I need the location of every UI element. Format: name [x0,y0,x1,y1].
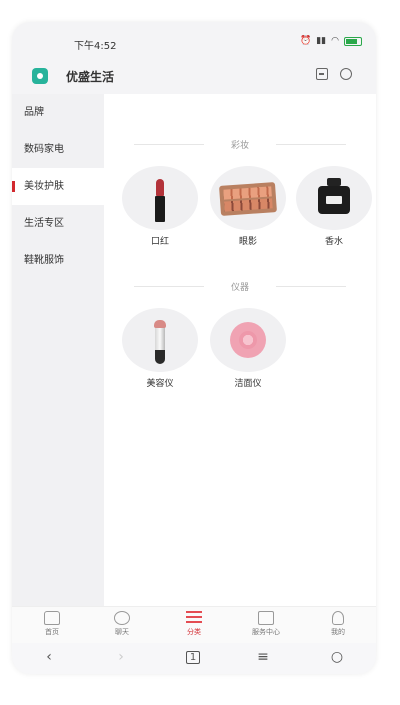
scan-icon[interactable] [316,68,328,80]
battery-icon [344,36,362,46]
tabs-button[interactable]: 1 [178,651,208,664]
product-label: 口红 [150,237,169,247]
section-title: 彩妆 [104,138,376,151]
phone-frame: 下午4:52 ⏰ ▮▮ ◠ 优盛生活 品牌 数码家电 美妆护肤 生活专区 鞋靴服… [12,22,376,674]
back-button[interactable]: ‹ [34,649,64,665]
divider [276,286,346,287]
sidebar-item-beauty[interactable]: 美妆护肤 [12,168,104,205]
tab-category[interactable]: 分类 [164,611,224,637]
circle-icon[interactable] [340,68,352,80]
forward-button[interactable]: › [106,649,136,665]
product-label: 香水 [324,237,343,247]
product-label: 眼影 [238,237,257,247]
cleanser-image [210,308,286,372]
tab-chat[interactable]: 聊天 [92,611,152,637]
product-label: 美容仪 [146,379,174,389]
category-icon [186,611,202,625]
sidebar-item-label: 数码家电 [24,144,64,155]
alarm-icon: ⏰ [300,36,312,46]
profile-icon [332,611,344,625]
bottom-tab-bar: 首页 聊天 分类 服务中心 我的 [12,606,376,643]
beauty-device-image [122,308,198,372]
product-tile-lipstick[interactable]: 口红 [120,166,200,247]
product-tile-beauty-device[interactable]: 美容仪 [120,308,200,389]
tab-label: 我的 [331,628,345,636]
home-icon [44,611,60,625]
browser-nav-bar: ‹ › 1 ≡ ○ [12,643,376,674]
product-tile-eyeshadow[interactable]: 眼影 [208,166,288,247]
service-icon [258,611,274,625]
sidebar-item-label: 生活专区 [24,218,64,229]
category-sidebar: 品牌 数码家电 美妆护肤 生活专区 鞋靴服饰 [12,94,104,606]
home-button[interactable]: ○ [322,649,352,665]
sidebar-item-apparel[interactable]: 鞋靴服饰 [12,242,104,279]
product-tile-perfume[interactable]: 香水 [294,166,374,247]
sidebar-item-life[interactable]: 生活专区 [12,205,104,242]
tab-label: 服务中心 [252,628,280,636]
signal-icon: ▮▮ [316,36,327,46]
app-header: 优盛生活 [12,54,376,94]
sidebar-item-digital[interactable]: 数码家电 [12,131,104,168]
status-bar: 下午4:52 ⏰ ▮▮ ◠ [12,22,376,54]
section-title-text: 彩妆 [230,141,249,151]
sidebar-item-label: 品牌 [24,107,44,118]
product-tile-cleanser[interactable]: 洁面仪 [208,308,288,389]
chat-icon [114,611,130,625]
wifi-icon: ◠ [331,36,339,46]
section-title-text: 仪器 [230,283,249,293]
divider [134,286,204,287]
status-time: 下午4:52 [74,41,117,52]
tabs-count: 1 [185,651,201,664]
category-content: 彩妆 口红 眼影 香水 仪器 美容仪 洁面仪 [104,94,376,606]
tab-service-center[interactable]: 服务中心 [236,611,296,637]
sidebar-item-label: 美妆护肤 [24,181,64,192]
tab-label: 分类 [187,628,201,636]
divider [276,144,346,145]
perfume-image [296,166,372,230]
sidebar-item-brand[interactable]: 品牌 [12,94,104,131]
tab-label: 聊天 [115,628,129,636]
status-icons: ⏰ ▮▮ ◠ [300,36,362,46]
lipstick-image [122,166,198,230]
eyeshadow-image [210,166,286,230]
app-title: 优盛生活 [66,70,115,84]
sidebar-item-label: 鞋靴服饰 [24,255,64,266]
section-title: 仪器 [104,280,376,293]
tab-profile[interactable]: 我的 [308,611,368,637]
divider [134,144,204,145]
product-label: 洁面仪 [234,379,262,389]
menu-button[interactable]: ≡ [248,649,278,665]
app-logo-icon [32,68,48,84]
tab-label: 首页 [45,628,59,636]
tab-home[interactable]: 首页 [22,611,82,637]
